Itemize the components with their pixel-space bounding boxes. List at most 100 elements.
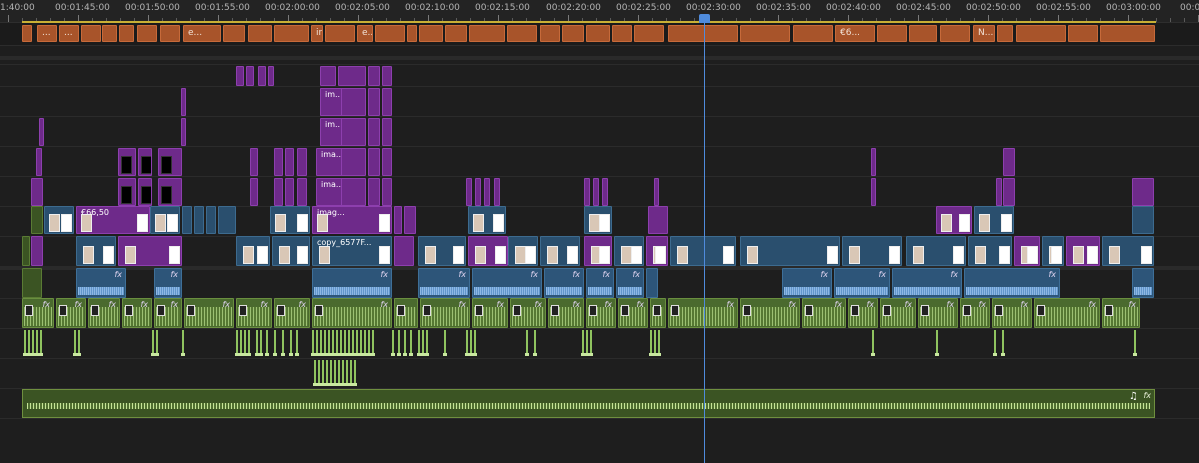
audio-clip[interactable]: fx — [616, 268, 644, 298]
marker-clip[interactable] — [375, 25, 405, 42]
audio-stem[interactable] — [363, 330, 367, 356]
fx-badge[interactable]: fx — [632, 270, 640, 279]
marker-clip[interactable] — [160, 25, 180, 42]
marker-clip[interactable] — [81, 25, 101, 42]
audio-clip[interactable]: fx — [834, 268, 890, 298]
video-clip[interactable] — [996, 178, 1002, 206]
marker-clip[interactable] — [740, 25, 790, 42]
audio-stem[interactable] — [281, 330, 285, 356]
music-clip[interactable]: ♫ fx — [22, 389, 1155, 418]
audio-stem[interactable] — [589, 330, 593, 356]
video-clip[interactable] — [272, 236, 310, 266]
video-clip[interactable] — [382, 178, 392, 206]
video-clip[interactable] — [1003, 178, 1015, 206]
video-clip[interactable] — [338, 88, 366, 116]
marker-clip[interactable] — [634, 25, 664, 42]
video-clip[interactable] — [181, 118, 186, 146]
audio-stem[interactable] — [23, 330, 27, 356]
marker-clip[interactable]: ... — [59, 25, 79, 42]
marker-clip[interactable] — [877, 25, 907, 42]
video-clip[interactable] — [368, 88, 380, 116]
audio-stem[interactable] — [417, 330, 421, 356]
audio-stem[interactable] — [533, 330, 537, 356]
video-clip[interactable] — [1003, 148, 1015, 176]
playhead-line[interactable] — [704, 22, 705, 463]
audio-clip[interactable]: fx — [1102, 298, 1140, 328]
audio-clip[interactable]: fx — [548, 298, 584, 328]
audio-clip[interactable]: fx — [472, 268, 542, 298]
audio-stem[interactable] — [345, 360, 349, 386]
video-clip[interactable] — [508, 236, 538, 266]
video-clip[interactable] — [602, 178, 608, 206]
video-clip[interactable] — [382, 66, 392, 86]
video-clip[interactable] — [246, 66, 254, 86]
video-clip[interactable] — [118, 236, 182, 266]
audio-stem[interactable] — [341, 360, 345, 386]
video-clip[interactable] — [138, 178, 152, 206]
video-clip[interactable] — [484, 178, 490, 206]
audio-stem[interactable] — [473, 330, 477, 356]
marker-clip[interactable] — [612, 25, 632, 42]
marker-clip[interactable] — [137, 25, 157, 42]
audio-stem[interactable] — [313, 360, 317, 386]
fx-badge[interactable]: fx — [878, 270, 886, 279]
video-clip[interactable] — [394, 236, 414, 266]
audio-stem[interactable] — [443, 330, 447, 356]
video-clip[interactable] — [338, 148, 366, 176]
audio-clip[interactable]: fx — [586, 268, 614, 298]
audio-stem[interactable] — [255, 330, 259, 356]
video-clip[interactable] — [968, 236, 1012, 266]
video-clip[interactable] — [974, 206, 1014, 234]
video-clip[interactable] — [31, 206, 43, 234]
video-clip[interactable] — [871, 148, 876, 176]
video-clip[interactable] — [274, 148, 283, 176]
audio-stem[interactable] — [323, 330, 327, 356]
video-clip[interactable] — [1102, 236, 1154, 266]
video-clip[interactable] — [936, 206, 972, 234]
marker-clip[interactable] — [562, 25, 584, 42]
marker-clip[interactable] — [22, 25, 32, 42]
audio-stem[interactable] — [409, 330, 413, 356]
marker-clip[interactable]: ... — [37, 25, 57, 42]
video-clip[interactable]: €66,50 — [76, 206, 150, 234]
video-clip[interactable] — [270, 206, 310, 234]
marker-clip[interactable]: inm... — [311, 25, 323, 42]
video-clip[interactable] — [338, 66, 366, 86]
fx-badge[interactable]: fx — [458, 270, 466, 279]
audio-clip[interactable]: fx — [22, 298, 54, 328]
audio-stem[interactable] — [421, 330, 425, 356]
fx-badge[interactable]: fx — [170, 270, 178, 279]
marker-clip[interactable] — [119, 25, 134, 42]
audio-clip[interactable]: fx — [848, 298, 878, 328]
video-clip[interactable] — [22, 236, 30, 266]
audio-stem[interactable] — [151, 330, 155, 356]
video-clip[interactable]: copy_6577F... — [312, 236, 392, 266]
marker-clip[interactable] — [586, 25, 610, 42]
audio-stem[interactable] — [77, 330, 81, 356]
audio-stem[interactable] — [339, 330, 343, 356]
audio-stem[interactable] — [239, 330, 243, 356]
fx-badge[interactable]: fx — [530, 270, 538, 279]
video-clip[interactable]: imag... — [312, 206, 392, 234]
video-clip[interactable] — [274, 178, 283, 206]
audio-clip[interactable] — [1132, 268, 1154, 298]
audio-clip[interactable]: fx — [782, 268, 832, 298]
video-clip[interactable] — [646, 236, 668, 266]
audio-clip[interactable]: fx — [122, 298, 152, 328]
audio-stem[interactable] — [355, 330, 359, 356]
marker-clip[interactable] — [668, 25, 738, 42]
video-clip[interactable]: im... — [320, 88, 342, 116]
audio-clip[interactable]: fx — [586, 298, 616, 328]
video-clip[interactable] — [150, 206, 180, 234]
audio-stem[interactable] — [295, 330, 299, 356]
video-clip[interactable] — [540, 236, 580, 266]
audio-stem[interactable] — [391, 330, 395, 356]
video-clip[interactable] — [158, 148, 182, 176]
video-clip[interactable] — [584, 178, 590, 206]
audio-stem[interactable] — [425, 330, 429, 356]
video-clip[interactable] — [368, 66, 380, 86]
marker-clip[interactable] — [407, 25, 417, 42]
audio-clip[interactable]: fx — [154, 268, 182, 298]
video-clip[interactable] — [468, 206, 506, 234]
video-clip[interactable] — [382, 88, 392, 116]
